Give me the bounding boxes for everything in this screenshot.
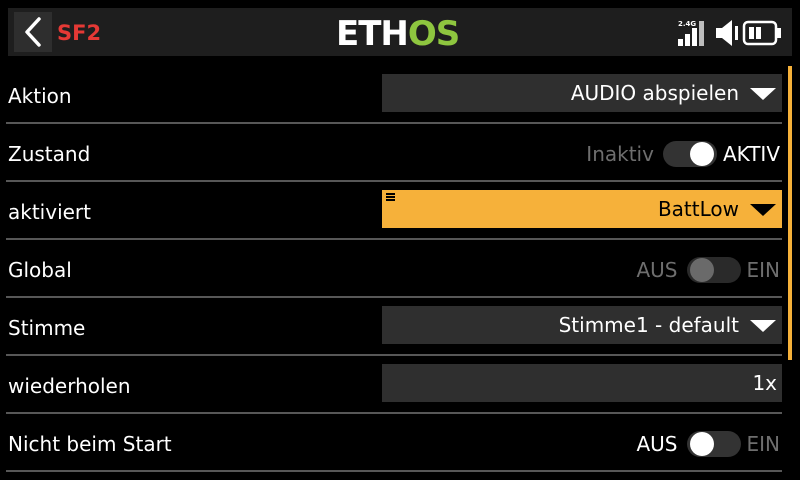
rf-band-label: 2.4G bbox=[678, 20, 696, 28]
wiederholen-field[interactable]: 1x bbox=[382, 364, 782, 402]
aktiviert-label: aktiviert bbox=[8, 200, 91, 224]
page-id: SF2 bbox=[57, 21, 102, 45]
stimme-value: Stimme1 - default bbox=[558, 313, 739, 337]
speaker-icon bbox=[716, 20, 738, 46]
row-zustand: Zustand Inaktiv AKTIV bbox=[0, 124, 782, 182]
aktion-value: AUDIO abspielen bbox=[570, 81, 739, 105]
row-stimme: Stimme Stimme1 - default bbox=[0, 298, 782, 356]
dropdown-arrow-icon bbox=[750, 88, 776, 100]
ethos-logo: ETHOS bbox=[336, 14, 460, 53]
screen: SF2 ETHOS 2.4G Aktion AUDIO abspielen Zu… bbox=[0, 0, 800, 480]
global-switch[interactable] bbox=[686, 257, 741, 283]
aktiviert-dropdown[interactable]: BattLow bbox=[382, 190, 782, 228]
row-global: Global AUS EIN bbox=[0, 240, 782, 298]
zustand-switch[interactable] bbox=[662, 141, 717, 167]
status-icons: 2.4G bbox=[678, 20, 781, 46]
svg-text:ETHOS: ETHOS bbox=[336, 14, 459, 53]
global-label: Global bbox=[8, 258, 72, 282]
dropdown-arrow-icon bbox=[750, 320, 776, 332]
header: SF2 ETHOS 2.4G bbox=[0, 0, 800, 60]
settings-list: Aktion AUDIO abspielen Zustand Inaktiv A… bbox=[0, 66, 800, 480]
zustand-label: Zustand bbox=[8, 142, 91, 166]
global-on-label: EIN bbox=[746, 258, 781, 282]
stimme-label: Stimme bbox=[8, 316, 86, 340]
divider bbox=[6, 470, 782, 472]
nicht-beim-start-off-label: AUS bbox=[636, 432, 678, 456]
aktion-dropdown[interactable]: AUDIO abspielen bbox=[382, 74, 782, 112]
battery-icon bbox=[742, 20, 781, 46]
row-aktiviert: aktiviert BattLow bbox=[0, 182, 782, 240]
switch-knob bbox=[689, 142, 714, 166]
zustand-on-label: AKTIV bbox=[722, 142, 780, 166]
menu-lines-icon bbox=[386, 193, 395, 202]
dropdown-arrow-icon bbox=[750, 204, 776, 216]
wiederholen-label: wiederholen bbox=[8, 374, 131, 398]
aktiviert-value: BattLow bbox=[657, 197, 739, 221]
global-off-label: AUS bbox=[636, 258, 678, 282]
row-nicht-beim-start: Nicht beim Start AUS EIN bbox=[0, 414, 782, 472]
scrollbar[interactable] bbox=[788, 66, 792, 360]
aktion-label: Aktion bbox=[8, 84, 72, 108]
zustand-toggle-group: Inaktiv AKTIV bbox=[586, 140, 780, 168]
stimme-dropdown[interactable]: Stimme1 - default bbox=[382, 306, 782, 344]
zustand-off-label: Inaktiv bbox=[586, 142, 654, 166]
nicht-beim-start-on-label: EIN bbox=[746, 432, 781, 456]
back-button[interactable] bbox=[14, 12, 52, 52]
global-toggle-group: AUS EIN bbox=[636, 256, 780, 284]
switch-knob bbox=[689, 258, 714, 282]
row-aktion: Aktion AUDIO abspielen bbox=[0, 66, 782, 124]
nicht-beim-start-switch[interactable] bbox=[686, 431, 741, 457]
nicht-beim-start-toggle-group: AUS EIN bbox=[636, 430, 780, 458]
nicht-beim-start-label: Nicht beim Start bbox=[8, 432, 172, 456]
row-wiederholen: wiederholen 1x bbox=[0, 356, 782, 414]
chevron-left-icon bbox=[25, 17, 41, 47]
switch-knob bbox=[689, 432, 714, 456]
wiederholen-value: 1x bbox=[752, 371, 777, 395]
